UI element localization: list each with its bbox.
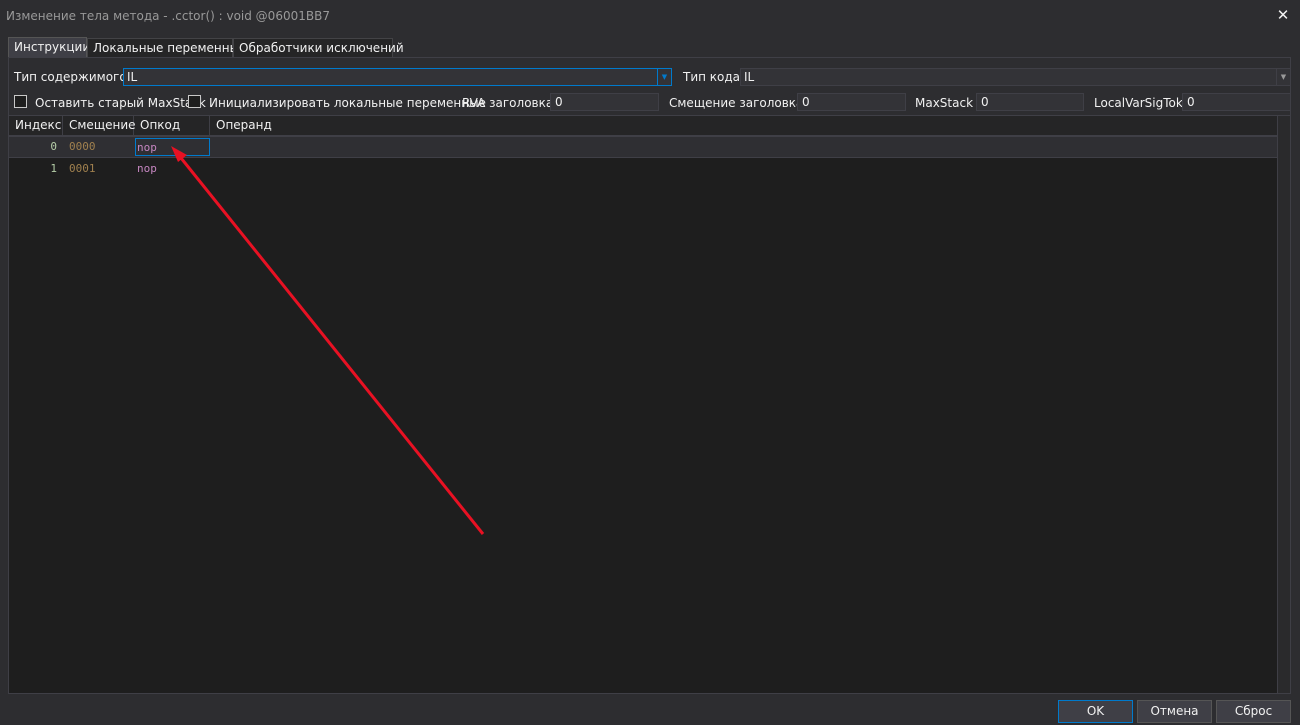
tab-instructions[interactable]: Инструкции [8,37,90,58]
header-offset-input[interactable]: 0 [797,93,906,111]
content-type-label: Тип содержимого [14,70,127,84]
window-title: Изменение тела метода - .cctor() : void … [6,9,330,23]
init-locals-label: Инициализировать локальные переменные [209,96,486,110]
code-type-value: IL [744,70,755,84]
maxstack-value: 0 [981,95,989,109]
localvarsigtok-label: LocalVarSigTok [1094,96,1183,110]
keep-old-maxstack-label: Оставить старый MaxStack [35,96,206,110]
column-header-opcode[interactable]: Опкод [134,116,210,135]
rva-value: 0 [555,95,563,109]
chevron-down-icon[interactable]: ▼ [1276,69,1290,85]
row-offset: 0001 [69,162,96,175]
instructions-grid[interactable]: Индекс Смещение Опкод Операнд 0 0000 nop… [9,115,1290,693]
maxstack-input[interactable]: 0 [976,93,1084,111]
close-icon[interactable]: ✕ [1272,4,1294,26]
localvarsigtok-value: 0 [1187,95,1195,109]
tab-exception-handlers[interactable]: Обработчики исключений [233,38,404,57]
cancel-button[interactable]: Отмена [1137,700,1212,723]
header-offset-label: Смещение заголовка [669,96,804,110]
row-index: 1 [50,162,57,175]
header-offset-value: 0 [802,95,810,109]
opcode-cell-editor[interactable]: nop [135,138,210,156]
column-header-offset[interactable]: Смещение [63,116,136,135]
row-index: 0 [50,140,57,153]
init-locals-checkbox[interactable] [188,95,201,108]
chevron-down-icon[interactable]: ▼ [657,69,671,85]
column-header-operand[interactable]: Операнд [210,116,1278,135]
column-header-index[interactable]: Индекс [9,116,63,135]
row-opcode: nop [137,162,157,175]
instructions-panel: Тип содержимого IL ▼ Тип кода IL ▼ Остав… [8,57,1291,694]
content-type-combobox[interactable]: IL ▼ [123,68,672,86]
code-type-combobox[interactable]: IL ▼ [740,68,1291,86]
localvarsigtok-input[interactable]: 0 [1182,93,1291,111]
grid-header: Индекс Смещение Опкод Операнд [9,116,1290,136]
table-row[interactable]: 1 0001 nop [9,159,1290,181]
rva-label: RVA заголовка [462,96,554,110]
content-type-value: IL [127,70,138,84]
row-opcode: nop [137,141,157,154]
title-bar: Изменение тела метода - .cctor() : void … [0,0,1300,30]
rva-input[interactable]: 0 [550,93,659,111]
row-offset: 0000 [69,140,96,153]
code-type-label: Тип кода [683,70,741,84]
maxstack-label: MaxStack [915,96,974,110]
table-row[interactable]: 0 0000 nop [9,136,1290,158]
tab-local-variables[interactable]: Локальные переменные [87,38,246,57]
keep-old-maxstack-checkbox[interactable] [14,95,27,108]
ok-button[interactable]: OK [1058,700,1133,723]
vertical-scrollbar[interactable] [1277,116,1290,693]
reset-button[interactable]: Сброс [1216,700,1291,723]
